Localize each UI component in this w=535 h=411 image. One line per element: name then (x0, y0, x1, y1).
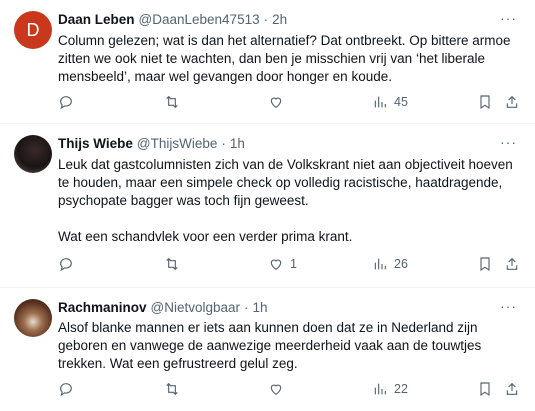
tweet-paragraph: Alsof blanke mannen er iets aan kunnen d… (58, 320, 482, 371)
reply-icon (60, 258, 72, 272)
analytics-icon (374, 383, 386, 395)
action-bar: 22 (54, 381, 524, 401)
tweet[interactable]: Rachmaninov @Nietvolgbaar · 1h ··· Alsof… (0, 288, 535, 411)
repost-button[interactable] (164, 94, 180, 110)
like-button[interactable] (268, 381, 290, 397)
repost-icon (166, 382, 178, 396)
analytics-icon (374, 96, 386, 108)
tweet-paragraph: Column gelezen; wat is dan het alternati… (58, 33, 511, 84)
timestamp[interactable]: 2h (272, 12, 287, 27)
reply-icon (60, 383, 72, 397)
bookmark-button[interactable] (477, 94, 493, 110)
author-name[interactable]: Rachmaninov (58, 300, 147, 315)
tweet-text: Column gelezen; wat is dan het alternati… (58, 32, 518, 86)
bookmark-icon (480, 382, 490, 397)
heart-icon (270, 384, 282, 396)
share-icon (506, 382, 518, 395)
avatar[interactable] (14, 299, 52, 337)
tweet-text: Alsof blanke mannen er iets aan kunnen d… (58, 319, 518, 373)
tweet[interactable]: D Daan Leben @DaanLeben47513 · 2h ··· Co… (0, 0, 535, 124)
bookmark-button[interactable] (477, 381, 493, 397)
like-button[interactable]: 1 (268, 256, 297, 272)
separator-dot: · (244, 300, 249, 315)
tweet-text: Leuk dat gastcolumnisten zich van de Vol… (58, 156, 518, 246)
more-options-icon[interactable]: ··· (500, 10, 517, 26)
view-count: 26 (394, 257, 408, 271)
more-options-icon[interactable]: ··· (500, 134, 517, 150)
share-icon (506, 95, 518, 108)
reply-button[interactable] (58, 256, 74, 272)
author-name[interactable]: Thijs Wiebe (58, 136, 133, 151)
share-button[interactable] (504, 381, 520, 397)
view-count: 22 (394, 382, 408, 396)
reply-icon (60, 96, 72, 110)
repost-icon (166, 257, 178, 271)
bookmark-button[interactable] (477, 256, 493, 272)
tweet-paragraph: Wat een schandvlek voor een verder prima… (58, 229, 353, 244)
share-button[interactable] (504, 256, 520, 272)
share-button[interactable] (504, 94, 520, 110)
reply-button[interactable] (58, 94, 74, 110)
bookmark-icon (480, 257, 490, 272)
views-button[interactable]: 26 (372, 256, 408, 272)
heart-icon (270, 259, 282, 271)
repost-button[interactable] (164, 381, 180, 397)
heart-icon (270, 97, 282, 109)
separator-dot: · (263, 12, 269, 27)
analytics-icon (374, 258, 386, 270)
tweet[interactable]: Thijs Wiebe @ThijsWiebe · 1h ··· Leuk da… (0, 124, 535, 288)
timestamp[interactable]: 1h (230, 136, 245, 151)
author-handle[interactable]: @Nietvolgbaar (151, 300, 241, 315)
views-button[interactable]: 22 (372, 381, 408, 397)
action-bar: 45 (54, 94, 524, 114)
repost-button[interactable] (164, 256, 180, 272)
repost-icon (166, 95, 178, 109)
like-button[interactable] (268, 94, 290, 110)
avatar[interactable]: D (14, 11, 52, 49)
timestamp[interactable]: 1h (253, 300, 268, 315)
more-options-icon[interactable]: ··· (500, 298, 517, 314)
avatar[interactable] (14, 135, 52, 173)
views-button[interactable]: 45 (372, 94, 408, 110)
author-name[interactable]: Daan Leben (58, 12, 135, 27)
view-count: 45 (394, 95, 408, 109)
like-count: 1 (290, 257, 297, 271)
action-bar: 1 26 (54, 256, 524, 276)
author-handle[interactable]: @DaanLeben47513 (139, 12, 260, 27)
bookmark-icon (480, 95, 490, 110)
author-handle[interactable]: @ThijsWiebe (137, 136, 217, 151)
tweet-paragraph: Leuk dat gastcolumnisten zich van de Vol… (58, 157, 513, 208)
share-icon (506, 257, 518, 270)
reply-button[interactable] (58, 381, 74, 397)
separator-dot: · (221, 136, 226, 151)
